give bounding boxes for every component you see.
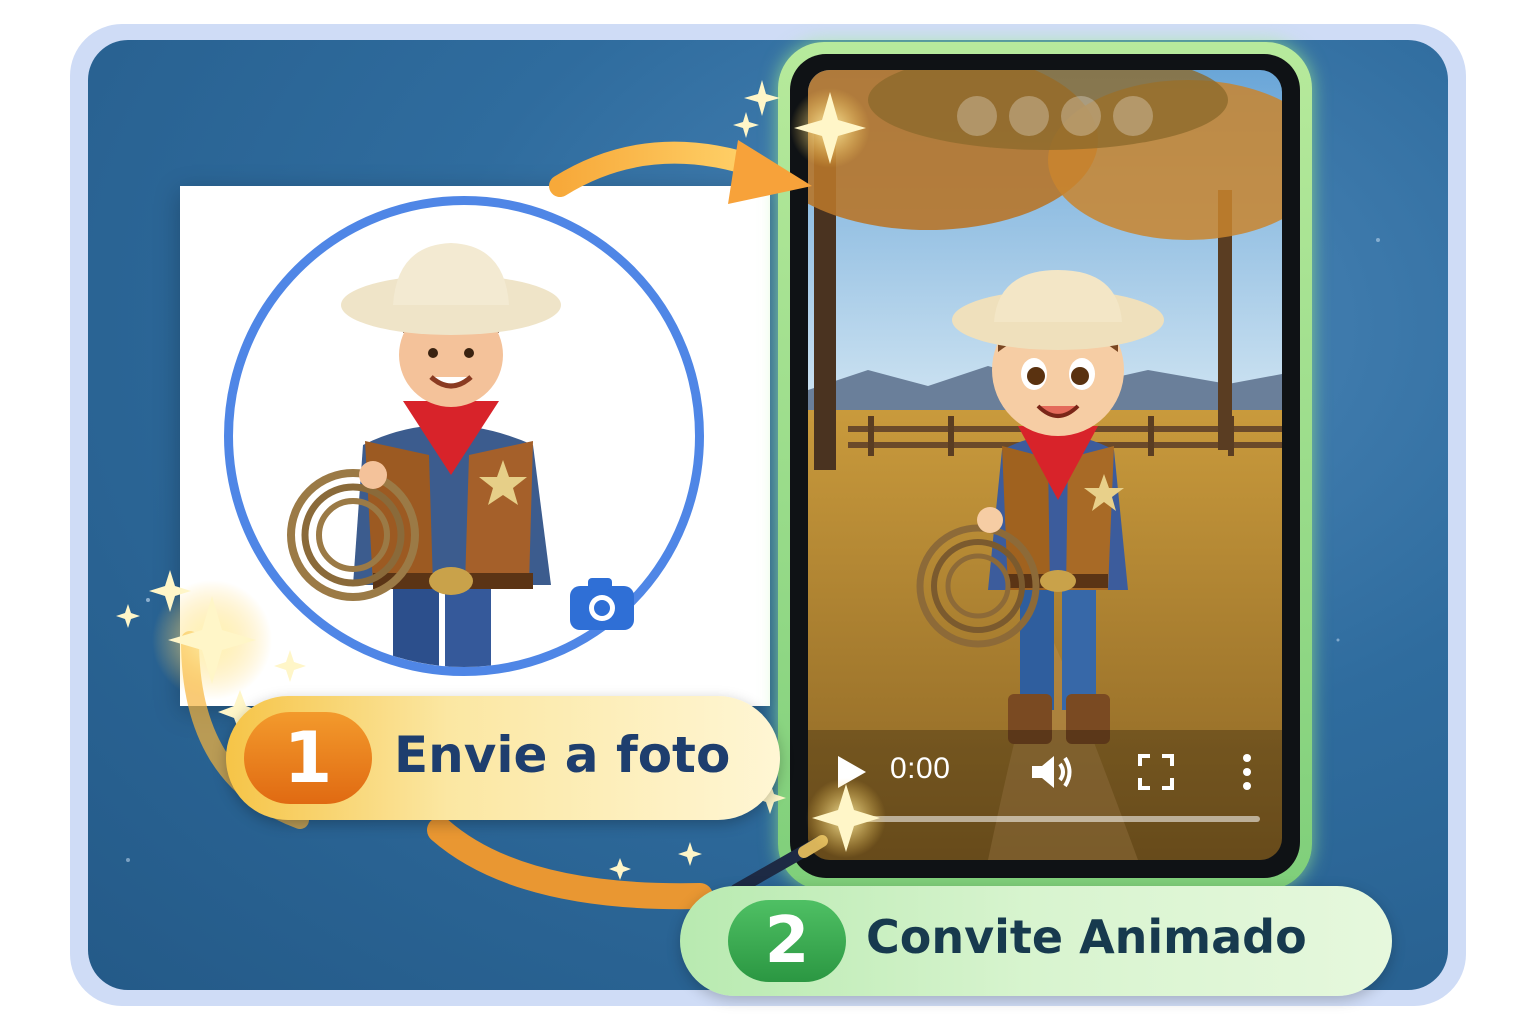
step-2-label: Convite Animado bbox=[866, 910, 1307, 964]
step-1-number-badge: 1 bbox=[244, 712, 372, 804]
video-overlay-buttons bbox=[955, 94, 1155, 138]
animated-cowboy-video bbox=[808, 70, 1282, 860]
fullscreen-icon[interactable] bbox=[1138, 754, 1174, 790]
volume-icon[interactable] bbox=[1030, 752, 1074, 792]
step-2-number-badge: 2 bbox=[728, 900, 846, 982]
more-options-icon[interactable] bbox=[1240, 752, 1254, 792]
camera-icon[interactable] bbox=[566, 574, 638, 634]
video-progress-bar[interactable] bbox=[850, 816, 1260, 822]
video-screen[interactable] bbox=[808, 70, 1282, 860]
video-time: 0:00 bbox=[890, 752, 951, 785]
step-1-label: Envie a foto bbox=[394, 726, 731, 784]
play-icon[interactable] bbox=[834, 752, 870, 792]
